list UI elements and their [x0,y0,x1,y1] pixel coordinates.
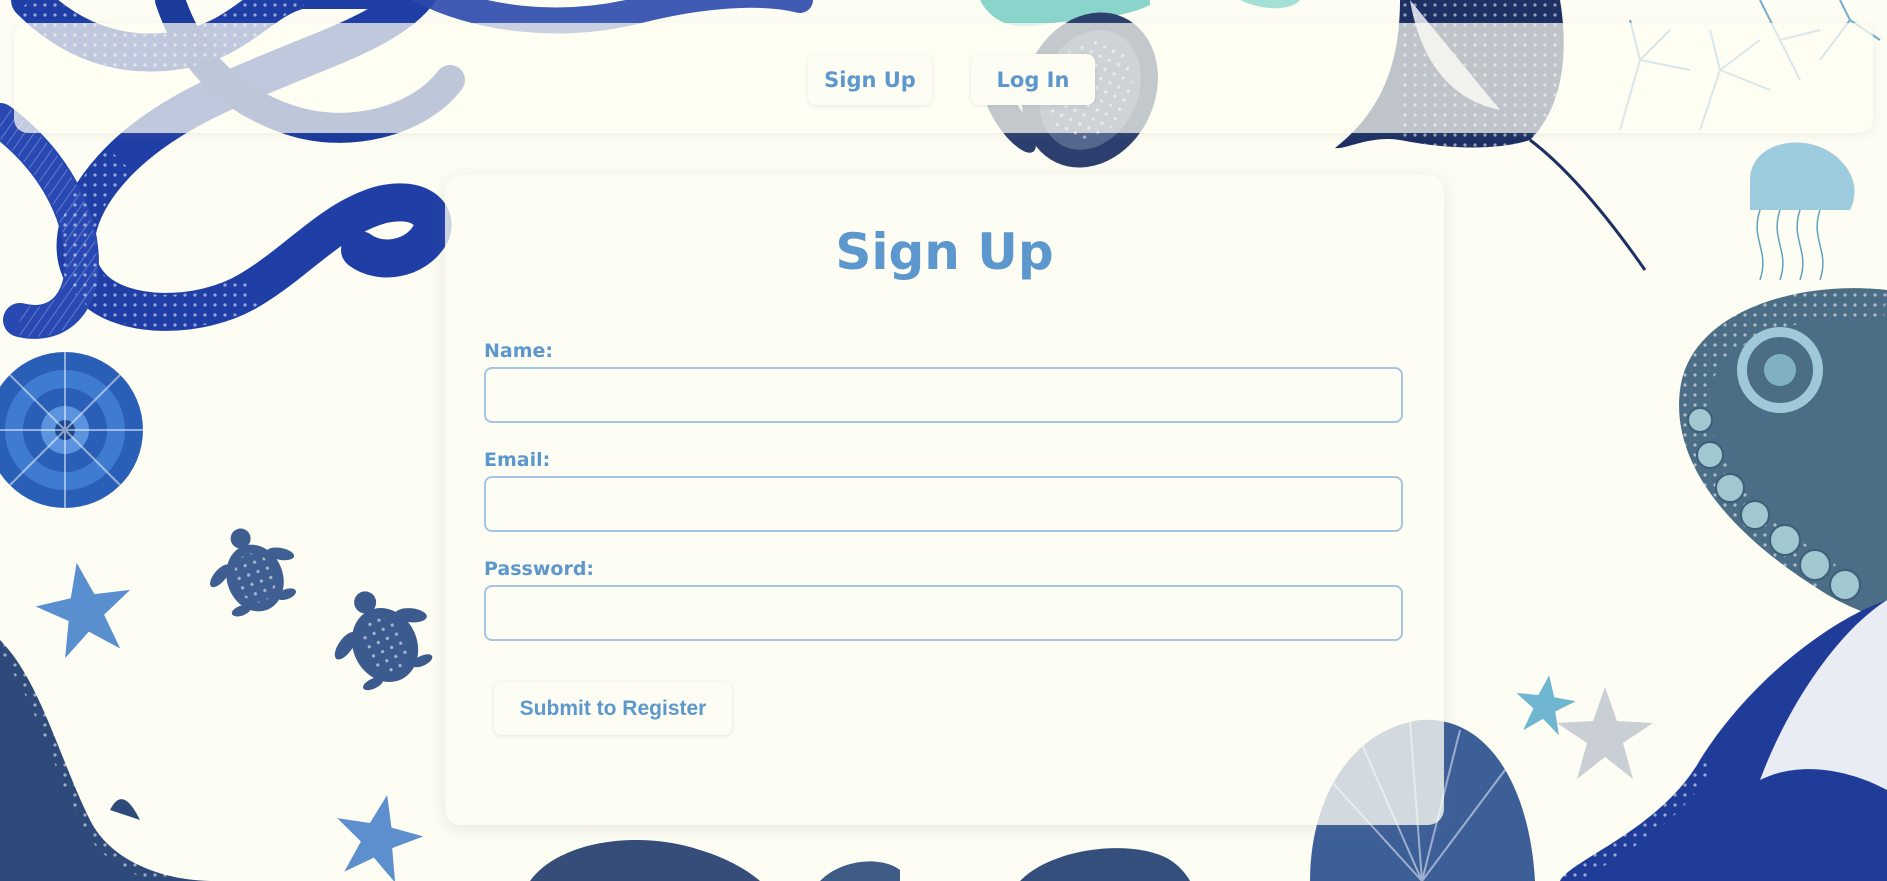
password-label: Password: [484,558,595,580]
email-field[interactable] [484,476,1403,532]
top-nav-bar: Sign Up Log In [14,23,1873,133]
starfish-icon [337,794,424,881]
nav-signup-button[interactable]: Sign Up [808,54,932,105]
signup-form-card: Sign Up Name: Email: Password: Submit to… [445,175,1444,825]
name-field[interactable] [484,367,1403,423]
page-title: Sign Up [835,223,1054,281]
submit-register-button[interactable]: Submit to Register [494,682,732,735]
shell-icon [0,352,143,508]
starfish-icon [35,562,131,659]
dolphin-illustration [0,632,211,881]
password-field[interactable] [484,585,1403,641]
tentacle-illustration [1649,258,1887,620]
name-label: Name: [484,340,554,362]
sea-turtle-icon [334,591,433,691]
jellyfish-illustration [530,840,1190,881]
email-label: Email: [484,449,551,471]
nav-login-button[interactable]: Log In [971,54,1095,105]
sea-turtle-icon [210,528,296,617]
